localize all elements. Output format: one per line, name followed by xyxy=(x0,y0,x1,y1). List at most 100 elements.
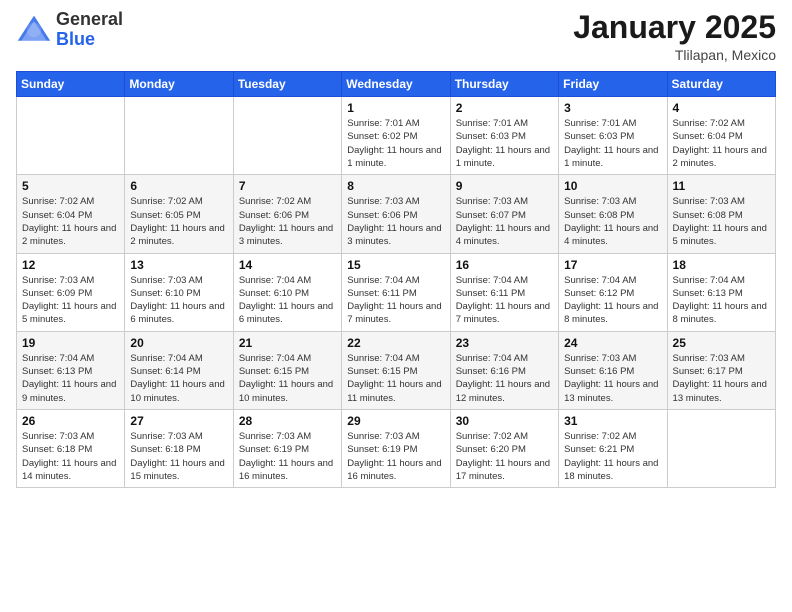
day-info: Sunrise: 7:03 AM Sunset: 6:17 PM Dayligh… xyxy=(673,352,770,405)
day-info: Sunrise: 7:03 AM Sunset: 6:09 PM Dayligh… xyxy=(22,274,119,327)
day-cell: 19 Sunrise: 7:04 AM Sunset: 6:13 PM Dayli… xyxy=(17,331,125,409)
day-info: Sunrise: 7:04 AM Sunset: 6:13 PM Dayligh… xyxy=(22,352,119,405)
day-cell: 27 Sunrise: 7:03 AM Sunset: 6:18 PM Dayli… xyxy=(125,409,233,487)
logo-text: General Blue xyxy=(56,10,123,50)
day-number: 28 xyxy=(239,414,336,428)
day-number: 21 xyxy=(239,336,336,350)
day-cell: 6Sunrise: 7:02 AM Sunset: 6:05 PM Daylig… xyxy=(125,175,233,253)
day-number: 23 xyxy=(456,336,553,350)
day-cell: 24Sunrise: 7:03 AM Sunset: 6:16 PM Dayli… xyxy=(559,331,667,409)
day-number: 29 xyxy=(347,414,444,428)
logo-blue: Blue xyxy=(56,29,95,49)
day-info: Sunrise: 7:04 AM Sunset: 6:10 PM Dayligh… xyxy=(239,274,336,327)
weekday-header-tuesday: Tuesday xyxy=(233,72,341,97)
day-info: Sunrise: 7:04 AM Sunset: 6:12 PM Dayligh… xyxy=(564,274,661,327)
day-info: Sunrise: 7:02 AM Sunset: 6:20 PM Dayligh… xyxy=(456,430,553,483)
day-cell: 22Sunrise: 7:04 AM Sunset: 6:15 PM Dayli… xyxy=(342,331,450,409)
logo-icon xyxy=(16,12,52,48)
day-number: 26 xyxy=(22,414,119,428)
day-info: Sunrise: 7:03 AM Sunset: 6:18 PM Dayligh… xyxy=(22,430,119,483)
day-number: 13 xyxy=(130,258,227,272)
day-cell: 29 Sunrise: 7:03 AM Sunset: 6:19 PM Dayli… xyxy=(342,409,450,487)
day-number: 9 xyxy=(456,179,553,193)
day-cell: 7 Sunrise: 7:02 AM Sunset: 6:06 PM Daylig… xyxy=(233,175,341,253)
day-info: Sunrise: 7:04 AM Sunset: 6:11 PM Dayligh… xyxy=(456,274,553,327)
day-number: 16 xyxy=(456,258,553,272)
day-cell: 28 Sunrise: 7:03 AM Sunset: 6:19 PM Dayli… xyxy=(233,409,341,487)
weekday-header-row: SundayMondayTuesdayWednesdayThursdayFrid… xyxy=(17,72,776,97)
day-number: 5 xyxy=(22,179,119,193)
week-row-2: 5Sunrise: 7:02 AM Sunset: 6:04 PM Daylig… xyxy=(17,175,776,253)
day-cell xyxy=(17,97,125,175)
day-info: Sunrise: 7:01 AM Sunset: 6:03 PM Dayligh… xyxy=(564,117,661,170)
day-number: 8 xyxy=(347,179,444,193)
day-info: Sunrise: 7:03 AM Sunset: 6:19 PM Dayligh… xyxy=(239,430,336,483)
day-cell: 30Sunrise: 7:02 AM Sunset: 6:20 PM Dayli… xyxy=(450,409,558,487)
week-row-5: 26 Sunrise: 7:03 AM Sunset: 6:18 PM Dayli… xyxy=(17,409,776,487)
weekday-header-thursday: Thursday xyxy=(450,72,558,97)
weekday-header-monday: Monday xyxy=(125,72,233,97)
day-number: 10 xyxy=(564,179,661,193)
day-info: Sunrise: 7:03 AM Sunset: 6:18 PM Dayligh… xyxy=(130,430,227,483)
day-info: Sunrise: 7:04 AM Sunset: 6:15 PM Dayligh… xyxy=(239,352,336,405)
day-cell: 12 Sunrise: 7:03 AM Sunset: 6:09 PM Dayli… xyxy=(17,253,125,331)
day-cell: 18Sunrise: 7:04 AM Sunset: 6:13 PM Dayli… xyxy=(667,253,775,331)
day-number: 25 xyxy=(673,336,770,350)
day-info: Sunrise: 7:03 AM Sunset: 6:19 PM Dayligh… xyxy=(347,430,444,483)
day-info: Sunrise: 7:02 AM Sunset: 6:21 PM Dayligh… xyxy=(564,430,661,483)
day-cell xyxy=(125,97,233,175)
day-cell: 8 Sunrise: 7:03 AM Sunset: 6:06 PM Daylig… xyxy=(342,175,450,253)
day-cell: 25 Sunrise: 7:03 AM Sunset: 6:17 PM Dayli… xyxy=(667,331,775,409)
week-row-3: 12 Sunrise: 7:03 AM Sunset: 6:09 PM Dayli… xyxy=(17,253,776,331)
day-info: Sunrise: 7:01 AM Sunset: 6:03 PM Dayligh… xyxy=(456,117,553,170)
day-number: 31 xyxy=(564,414,661,428)
day-cell: 26 Sunrise: 7:03 AM Sunset: 6:18 PM Dayli… xyxy=(17,409,125,487)
day-number: 6 xyxy=(130,179,227,193)
day-info: Sunrise: 7:04 AM Sunset: 6:15 PM Dayligh… xyxy=(347,352,444,405)
weekday-header-sunday: Sunday xyxy=(17,72,125,97)
day-cell: 15 Sunrise: 7:04 AM Sunset: 6:11 PM Dayli… xyxy=(342,253,450,331)
day-info: Sunrise: 7:03 AM Sunset: 6:08 PM Dayligh… xyxy=(564,195,661,248)
day-info: Sunrise: 7:03 AM Sunset: 6:16 PM Dayligh… xyxy=(564,352,661,405)
day-number: 15 xyxy=(347,258,444,272)
logo: General Blue xyxy=(16,10,123,50)
day-cell xyxy=(667,409,775,487)
day-info: Sunrise: 7:03 AM Sunset: 6:08 PM Dayligh… xyxy=(673,195,770,248)
day-info: Sunrise: 7:04 AM Sunset: 6:16 PM Dayligh… xyxy=(456,352,553,405)
day-cell: 21 Sunrise: 7:04 AM Sunset: 6:15 PM Dayli… xyxy=(233,331,341,409)
day-number: 12 xyxy=(22,258,119,272)
logo-general: General xyxy=(56,9,123,29)
weekday-header-saturday: Saturday xyxy=(667,72,775,97)
month-title: January 2025 xyxy=(573,10,776,45)
day-cell: 3 Sunrise: 7:01 AM Sunset: 6:03 PM Daylig… xyxy=(559,97,667,175)
day-cell: 9Sunrise: 7:03 AM Sunset: 6:07 PM Daylig… xyxy=(450,175,558,253)
weekday-header-friday: Friday xyxy=(559,72,667,97)
day-cell: 1Sunrise: 7:01 AM Sunset: 6:02 PM Daylig… xyxy=(342,97,450,175)
day-number: 7 xyxy=(239,179,336,193)
week-row-4: 19 Sunrise: 7:04 AM Sunset: 6:13 PM Dayli… xyxy=(17,331,776,409)
day-info: Sunrise: 7:01 AM Sunset: 6:02 PM Dayligh… xyxy=(347,117,444,170)
day-info: Sunrise: 7:03 AM Sunset: 6:10 PM Dayligh… xyxy=(130,274,227,327)
day-cell xyxy=(233,97,341,175)
day-cell: 13 Sunrise: 7:03 AM Sunset: 6:10 PM Dayli… xyxy=(125,253,233,331)
page: General Blue January 2025 Tlilapan, Mexi… xyxy=(0,0,792,612)
day-info: Sunrise: 7:02 AM Sunset: 6:06 PM Dayligh… xyxy=(239,195,336,248)
day-number: 4 xyxy=(673,101,770,115)
day-number: 14 xyxy=(239,258,336,272)
day-info: Sunrise: 7:03 AM Sunset: 6:06 PM Dayligh… xyxy=(347,195,444,248)
day-info: Sunrise: 7:04 AM Sunset: 6:11 PM Dayligh… xyxy=(347,274,444,327)
day-info: Sunrise: 7:04 AM Sunset: 6:14 PM Dayligh… xyxy=(130,352,227,405)
day-number: 19 xyxy=(22,336,119,350)
day-cell: 10 Sunrise: 7:03 AM Sunset: 6:08 PM Dayli… xyxy=(559,175,667,253)
day-cell: 20Sunrise: 7:04 AM Sunset: 6:14 PM Dayli… xyxy=(125,331,233,409)
day-cell: 14 Sunrise: 7:04 AM Sunset: 6:10 PM Dayli… xyxy=(233,253,341,331)
day-number: 27 xyxy=(130,414,227,428)
day-cell: 4 Sunrise: 7:02 AM Sunset: 6:04 PM Daylig… xyxy=(667,97,775,175)
week-row-1: 1Sunrise: 7:01 AM Sunset: 6:02 PM Daylig… xyxy=(17,97,776,175)
day-info: Sunrise: 7:04 AM Sunset: 6:13 PM Dayligh… xyxy=(673,274,770,327)
calendar: SundayMondayTuesdayWednesdayThursdayFrid… xyxy=(16,71,776,488)
day-info: Sunrise: 7:02 AM Sunset: 6:04 PM Dayligh… xyxy=(673,117,770,170)
day-cell: 23 Sunrise: 7:04 AM Sunset: 6:16 PM Dayli… xyxy=(450,331,558,409)
day-number: 3 xyxy=(564,101,661,115)
header: General Blue January 2025 Tlilapan, Mexi… xyxy=(16,10,776,63)
